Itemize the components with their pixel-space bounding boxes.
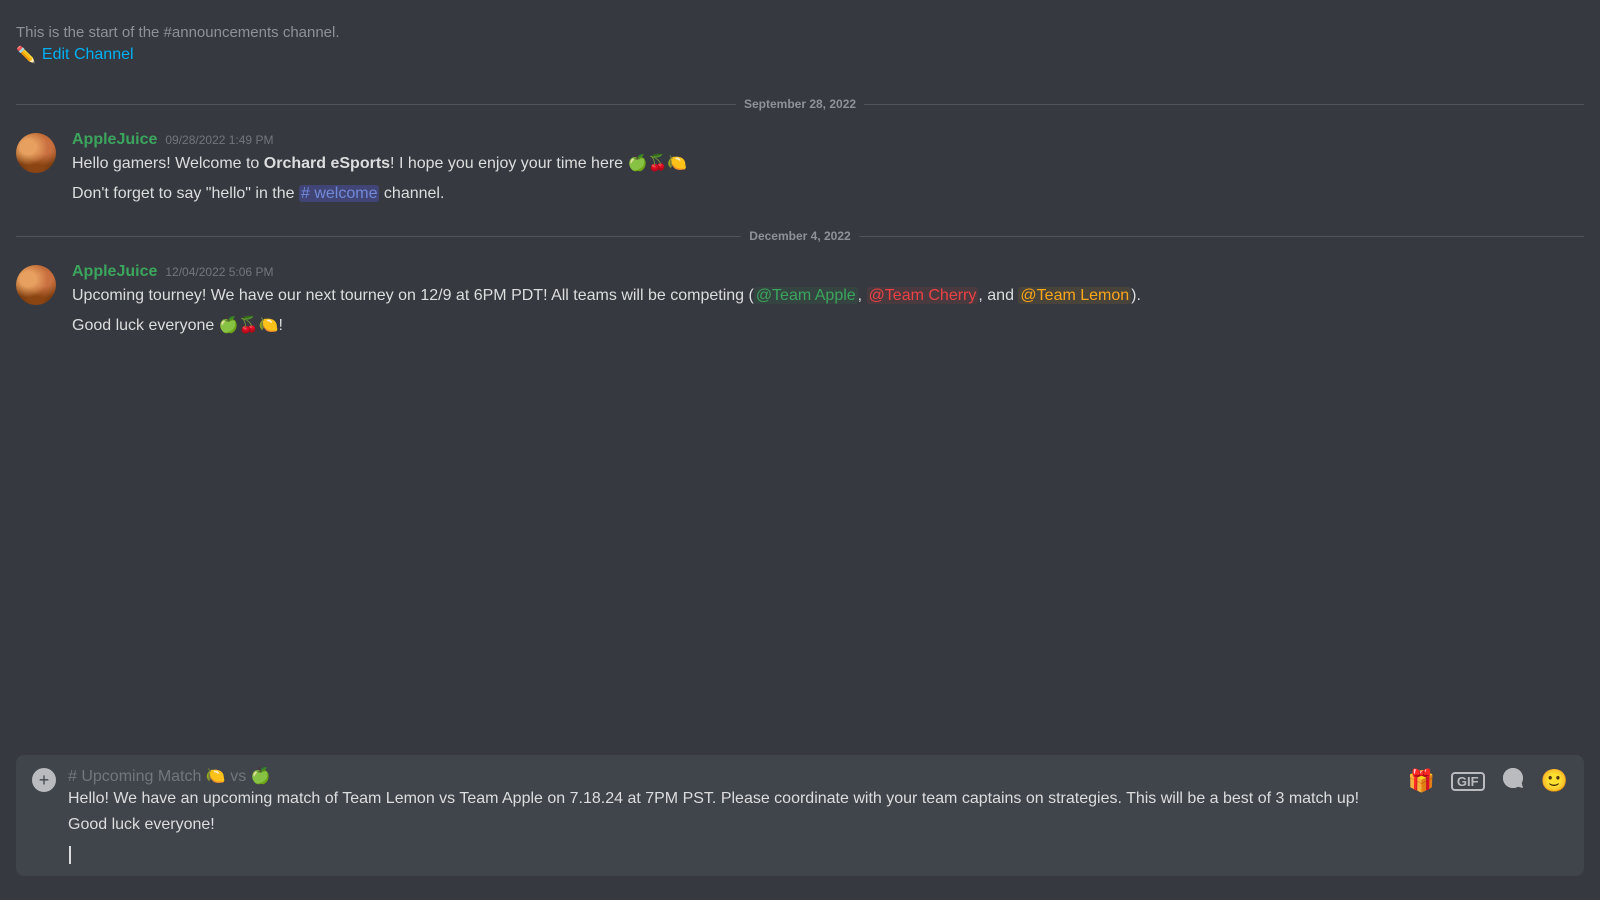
bold-text: Orchard eSports bbox=[264, 155, 390, 172]
mention-team-lemon[interactable]: @Team Lemon bbox=[1018, 287, 1131, 304]
compose-channel-label: # Upcoming Match 🍋 vs 🍏 bbox=[68, 766, 271, 786]
compose-body-line1: Hello! We have an upcoming match of Team… bbox=[68, 790, 1396, 808]
channel-mention-welcome[interactable]: # welcome bbox=[299, 185, 379, 202]
gif-button[interactable]: GIF bbox=[1451, 772, 1485, 791]
message-content-1: AppleJuice 09/28/2022 1:49 PM Hello game… bbox=[72, 131, 1584, 205]
sticker-button[interactable] bbox=[1501, 766, 1525, 796]
compose-cursor-line bbox=[68, 846, 1396, 865]
msg2-line2: Good luck everyone 🍏🍒🍋! bbox=[72, 315, 1584, 337]
input-actions: 🎁 GIF 🙂 bbox=[1408, 766, 1568, 796]
compose-inner: # Upcoming Match 🍋 vs 🍏 Hello! We have a… bbox=[68, 766, 1396, 865]
edit-channel-label: Edit Channel bbox=[42, 46, 134, 64]
mention-team-cherry[interactable]: @Team Cherry bbox=[867, 287, 979, 304]
gift-button[interactable]: 🎁 bbox=[1408, 768, 1435, 794]
sticker-icon bbox=[1501, 766, 1525, 796]
msg2-line1: Upcoming tourney! We have our next tourn… bbox=[72, 285, 1584, 307]
pencil-icon: ✏️ bbox=[16, 45, 36, 65]
compose-channel-row: # Upcoming Match 🍋 vs 🍏 bbox=[68, 766, 1396, 786]
message-text-1: Hello gamers! Welcome to Orchard eSports… bbox=[72, 153, 1584, 205]
avatar-applejuice-2 bbox=[16, 265, 56, 305]
date-dec4: December 4, 2022 bbox=[749, 229, 850, 243]
chat-area: This is the start of the #announcements … bbox=[0, 0, 1600, 900]
date-sep28: September 28, 2022 bbox=[744, 97, 856, 111]
compose-body: Hello! We have an upcoming match of Team… bbox=[68, 790, 1396, 865]
message-header-2: AppleJuice 12/04/2022 5:06 PM bbox=[72, 263, 1584, 281]
emoji-button[interactable]: 🙂 bbox=[1541, 768, 1568, 794]
username-2: AppleJuice bbox=[72, 263, 157, 281]
message-content-2: AppleJuice 12/04/2022 5:06 PM Upcoming t… bbox=[72, 263, 1584, 337]
date-divider-sep28: September 28, 2022 bbox=[0, 81, 1600, 127]
message-input-container: + # Upcoming Match 🍋 vs 🍏 Hello! We have… bbox=[0, 755, 1600, 900]
message-header-1: AppleJuice 09/28/2022 1:49 PM bbox=[72, 131, 1584, 149]
message-input-wrapper: + # Upcoming Match 🍋 vs 🍏 Hello! We have… bbox=[16, 755, 1584, 876]
avatar-applejuice-1 bbox=[16, 133, 56, 173]
channel-start-text: This is the start of the #announcements … bbox=[16, 24, 1528, 41]
message-group-2: AppleJuice 12/04/2022 5:06 PM Upcoming t… bbox=[0, 259, 1600, 345]
timestamp-2: 12/04/2022 5:06 PM bbox=[165, 265, 273, 279]
edit-channel-button[interactable]: ✏️ Edit Channel bbox=[16, 45, 134, 65]
username-1: AppleJuice bbox=[72, 131, 157, 149]
timestamp-1: 09/28/2022 1:49 PM bbox=[165, 133, 273, 147]
gift-icon: 🎁 bbox=[1408, 768, 1435, 794]
compose-body-line2: Good luck everyone! bbox=[68, 816, 1396, 834]
message-text-2: Upcoming tourney! We have our next tourn… bbox=[72, 285, 1584, 337]
date-divider-dec4: December 4, 2022 bbox=[0, 213, 1600, 259]
channel-start: This is the start of the #announcements … bbox=[0, 16, 1600, 81]
msg1-line2: Don't forget to say "hello" in the # wel… bbox=[72, 183, 1584, 205]
message-group-1: AppleJuice 09/28/2022 1:49 PM Hello game… bbox=[0, 127, 1600, 213]
mention-team-apple[interactable]: @Team Apple bbox=[754, 287, 858, 304]
text-cursor bbox=[69, 846, 71, 864]
emoji-icon: 🙂 bbox=[1541, 768, 1568, 794]
msg1-line1: Hello gamers! Welcome to Orchard eSports… bbox=[72, 153, 1584, 175]
add-attachment-button[interactable]: + bbox=[32, 768, 56, 792]
